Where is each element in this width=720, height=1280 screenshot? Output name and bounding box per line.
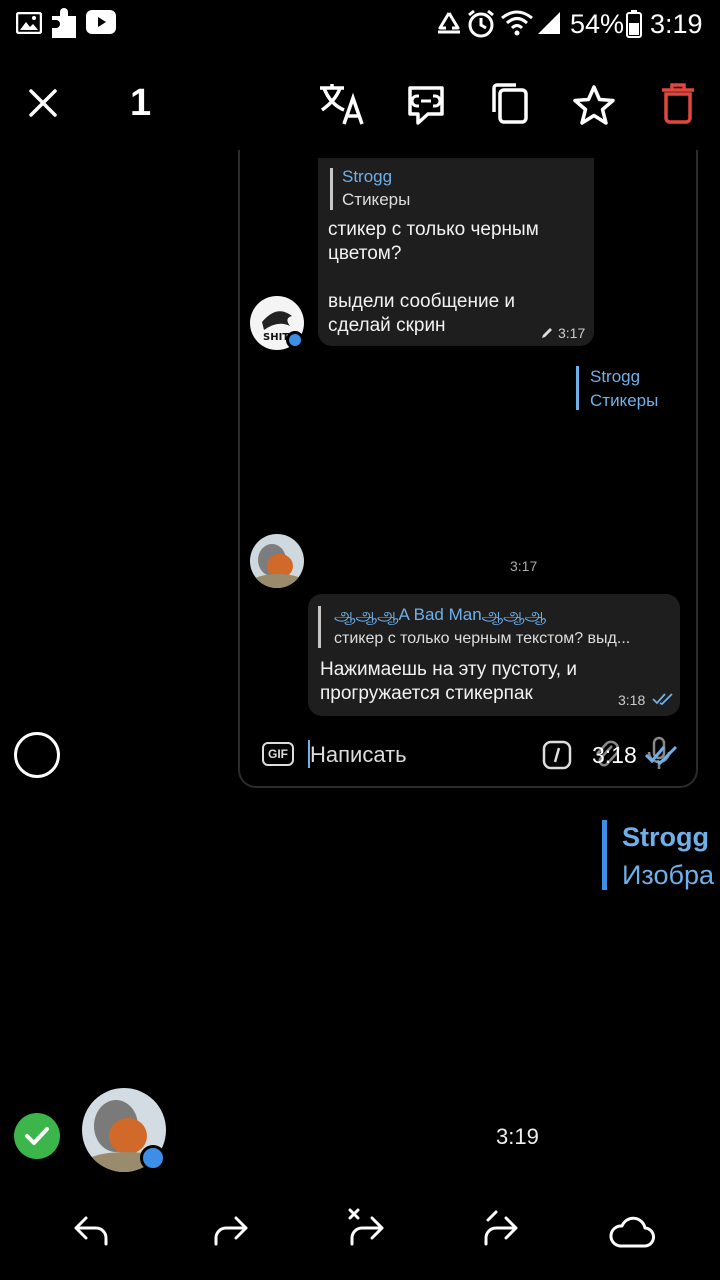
edited-pencil-icon xyxy=(540,326,554,340)
online-indicator xyxy=(286,331,304,349)
reply-quote-bar xyxy=(602,820,607,890)
reply-author: ஆஆஆA Bad Manஆஆஆ xyxy=(334,605,547,624)
message-text: стикер с только черным xyxy=(328,219,539,240)
avatar xyxy=(250,534,304,588)
reply-author: Strogg xyxy=(622,822,709,852)
recycle-icon xyxy=(434,10,464,38)
translate-icon[interactable] xyxy=(318,82,366,126)
forward-without-author-icon[interactable] xyxy=(346,1208,386,1248)
reply-author: Strogg xyxy=(342,167,393,186)
reply-text: Изобра xyxy=(622,860,714,890)
selected-checkbox[interactable] xyxy=(14,1113,60,1159)
delete-icon[interactable] xyxy=(660,82,696,124)
select-checkbox[interactable] xyxy=(14,732,60,778)
message-time: 3:19 xyxy=(496,1124,539,1149)
wifi-icon xyxy=(500,10,534,36)
gallery-icon xyxy=(16,12,42,34)
reply-text: Стикеры xyxy=(590,391,659,410)
copy-icon[interactable] xyxy=(490,82,530,126)
gif-button[interactable]: GIF xyxy=(262,742,294,766)
close-icon[interactable] xyxy=(28,88,58,118)
reply-text: Стикеры xyxy=(342,190,411,209)
status-bar: 54% 3:19 xyxy=(0,0,720,50)
message-text: прогружается стикерпак xyxy=(320,683,533,704)
message-input-bar: GIF Написать 3:18 xyxy=(240,730,696,786)
selection-action-bar xyxy=(0,60,720,150)
message-bubble: Strogg Стикеры стикер с только черным цв… xyxy=(318,158,594,346)
message-text: выдели сообщение и xyxy=(328,291,516,312)
reply-author: Strogg xyxy=(590,367,641,386)
youtube-icon xyxy=(86,10,116,34)
battery-icon xyxy=(626,10,642,38)
puzzle-icon xyxy=(50,8,80,40)
message-time: 3:17 xyxy=(558,325,586,341)
selected-count: 1 xyxy=(130,82,152,124)
message-text: сделай скрин xyxy=(328,315,446,336)
reply-quote-bar xyxy=(330,168,333,210)
message-time: 3:18 xyxy=(618,692,646,708)
online-indicator xyxy=(140,1145,166,1171)
sticker-time: 3:17 xyxy=(510,558,538,574)
overlay-time: 3:18 xyxy=(592,742,637,768)
copy-link-icon[interactable] xyxy=(406,84,446,126)
bot-command-icon[interactable] xyxy=(542,740,572,770)
message-bubble: ஆஆஆA Bad Manஆஆஆ стикер с только черным т… xyxy=(308,594,680,716)
reply-text: стикер с только черным текстом? выд... xyxy=(334,630,631,647)
cloud-icon[interactable] xyxy=(608,1214,656,1250)
alarm-icon xyxy=(466,8,496,40)
clock: 3:19 xyxy=(650,9,703,39)
reply-icon[interactable] xyxy=(72,1214,110,1248)
read-checks-icon xyxy=(652,692,674,706)
star-icon[interactable] xyxy=(572,84,616,126)
screenshot-image: Strogg Стикеры стикер с только черным цв… xyxy=(238,150,698,788)
forward-icon[interactable] xyxy=(212,1214,250,1248)
reply-quote-bar xyxy=(318,606,321,648)
forward-edit-icon[interactable] xyxy=(480,1208,520,1248)
message-input[interactable]: Написать xyxy=(310,742,407,768)
read-checks-icon xyxy=(644,744,680,766)
message-text: цветом? xyxy=(328,243,402,264)
battery-percent: 54% xyxy=(570,9,625,39)
signal-icon xyxy=(536,10,562,36)
message-text: Нажимаешь на эту пустоту, и xyxy=(320,659,577,680)
reply-quote-bar xyxy=(576,366,579,410)
